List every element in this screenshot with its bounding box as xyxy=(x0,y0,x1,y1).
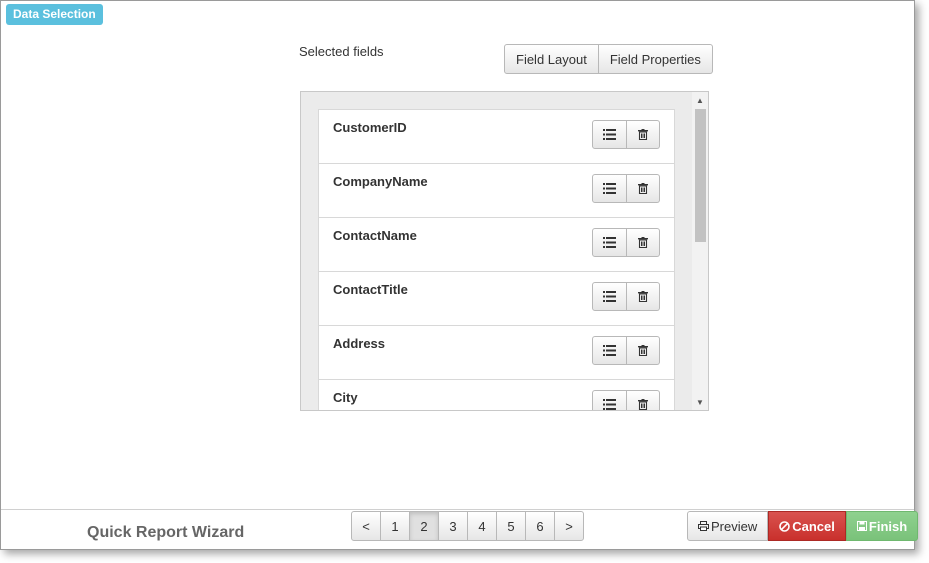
trash-icon[interactable] xyxy=(627,228,660,257)
pager-page-2[interactable]: 2 xyxy=(409,511,439,541)
field-row: City xyxy=(318,380,675,410)
cancel-button[interactable]: Cancel xyxy=(768,511,846,541)
field-row: Address xyxy=(318,326,675,380)
field-row-actions xyxy=(592,228,660,257)
list-icon[interactable] xyxy=(592,336,627,365)
trash-icon[interactable] xyxy=(627,120,660,149)
field-row: ContactTitle xyxy=(318,272,675,326)
pager-page-3[interactable]: 3 xyxy=(438,511,468,541)
wizard-window: Data Selection Selected fields Field Lay… xyxy=(0,0,919,550)
trash-icon[interactable] xyxy=(627,390,660,410)
pager-page-5[interactable]: 5 xyxy=(496,511,526,541)
field-row: ContactName xyxy=(318,218,675,272)
field-row-actions xyxy=(592,336,660,365)
field-row-actions xyxy=(592,120,660,149)
step-pager: < 1 2 3 4 5 6 > xyxy=(351,511,584,541)
print-icon xyxy=(698,521,709,531)
preview-label: Preview xyxy=(711,518,758,534)
list-scrollbar[interactable]: ▲ ▼ xyxy=(692,92,708,410)
cancel-label: Cancel xyxy=(792,518,835,534)
selected-fields-label: Selected fields xyxy=(299,44,384,59)
list-icon[interactable] xyxy=(592,120,627,149)
field-layout-button[interactable]: Field Layout xyxy=(504,44,599,74)
field-tabs: Field Layout Field Properties xyxy=(504,44,713,74)
list-icon[interactable] xyxy=(592,174,627,203)
scroll-thumb[interactable] xyxy=(695,109,706,242)
scroll-up-arrow-icon[interactable]: ▲ xyxy=(692,92,708,108)
finish-button[interactable]: Finish xyxy=(845,511,919,541)
field-name: City xyxy=(333,390,358,405)
trash-icon[interactable] xyxy=(627,282,660,311)
list-icon[interactable] xyxy=(592,282,627,311)
section-badge: Data Selection xyxy=(6,4,103,25)
field-row-actions xyxy=(592,390,660,410)
pager-page-1[interactable]: 1 xyxy=(380,511,410,541)
field-row: CompanyName xyxy=(318,164,675,218)
ban-icon xyxy=(779,520,791,532)
finish-label: Finish xyxy=(868,518,908,534)
field-list-items: CustomerID CompanyName ContactName Conta… xyxy=(318,109,675,410)
field-name: CompanyName xyxy=(333,174,428,189)
pager-page-6[interactable]: 6 xyxy=(525,511,555,541)
pager-prev-button[interactable]: < xyxy=(351,511,381,541)
field-row: CustomerID xyxy=(318,109,675,164)
list-icon[interactable] xyxy=(592,390,627,410)
pager-page-4[interactable]: 4 xyxy=(467,511,497,541)
save-icon xyxy=(856,521,867,531)
wizard-footer: Quick Report Wizard < 1 2 3 4 5 6 > Prev… xyxy=(1,509,919,550)
field-name: Address xyxy=(333,336,386,351)
field-name: ContactTitle xyxy=(333,282,408,297)
field-row-actions xyxy=(592,282,660,311)
scroll-down-arrow-icon[interactable]: ▼ xyxy=(692,394,708,410)
trash-icon[interactable] xyxy=(627,174,660,203)
pager-next-button[interactable]: > xyxy=(554,511,584,541)
field-name: ContactName xyxy=(333,228,417,243)
list-icon[interactable] xyxy=(592,228,627,257)
field-properties-button[interactable]: Field Properties xyxy=(598,44,713,74)
wizard-title: Quick Report Wizard xyxy=(87,524,245,541)
field-row-actions xyxy=(592,174,660,203)
field-name: CustomerID xyxy=(333,120,407,135)
preview-button[interactable]: Preview xyxy=(687,511,769,541)
wizard-actions: Preview Cancel Finish xyxy=(687,511,919,541)
trash-icon[interactable] xyxy=(627,336,660,365)
selected-fields-list: CustomerID CompanyName ContactName Conta… xyxy=(300,91,709,411)
